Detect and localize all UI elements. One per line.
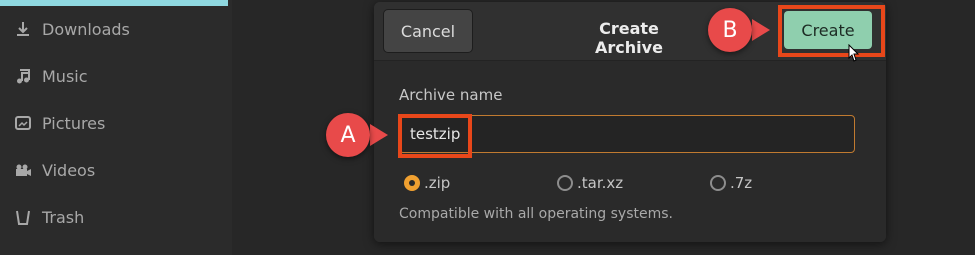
format-label: .tar.xz [577, 174, 624, 192]
callout-badge-b: B [708, 8, 752, 52]
sidebar-item-label: Trash [42, 207, 85, 227]
highlight-box-b [778, 5, 885, 57]
callout-a-pointer [370, 124, 388, 146]
image-icon [14, 114, 32, 132]
sidebar-item-music[interactable]: Music [14, 64, 88, 88]
radio-checked-icon [404, 175, 420, 191]
callout-b-pointer [752, 19, 770, 41]
radio-unchecked-icon [557, 175, 573, 191]
format-tarxz-radio[interactable]: .tar.xz [557, 174, 623, 192]
format-label: .zip [424, 174, 451, 192]
sidebar-item-videos[interactable]: Videos [14, 158, 95, 182]
dialog-title: Create Archive [595, 19, 663, 57]
archive-name-label: Archive name [399, 86, 503, 104]
sidebar-item-pictures[interactable]: Pictures [14, 111, 105, 135]
sidebar-item-downloads[interactable]: Downloads [14, 17, 130, 41]
cancel-button[interactable]: Cancel [383, 9, 473, 53]
video-camera-icon [14, 161, 32, 179]
download-icon [14, 20, 32, 38]
mouse-pointer-icon [848, 44, 860, 62]
sidebar-item-label: Videos [42, 160, 96, 180]
sidebar-item-trash[interactable]: Trash [14, 205, 84, 229]
sidebar-item-label: Downloads [42, 19, 130, 39]
format-zip-radio[interactable]: .zip [404, 174, 450, 192]
format-label: .7z [730, 174, 753, 192]
radio-unchecked-icon [710, 175, 726, 191]
music-note-icon [14, 67, 32, 85]
trash-icon [14, 208, 32, 226]
highlight-box-a [398, 114, 472, 158]
format-hint: Compatible with all operating systems. [399, 206, 673, 222]
callout-badge-a: A [326, 113, 370, 157]
sidebar-item-label: Pictures [42, 113, 106, 133]
sidebar: Downloads Music Pictures Videos Trash [0, 0, 232, 255]
selected-item-highlight [0, 0, 228, 6]
format-7z-radio[interactable]: .7z [710, 174, 752, 192]
sidebar-item-label: Music [42, 66, 88, 86]
